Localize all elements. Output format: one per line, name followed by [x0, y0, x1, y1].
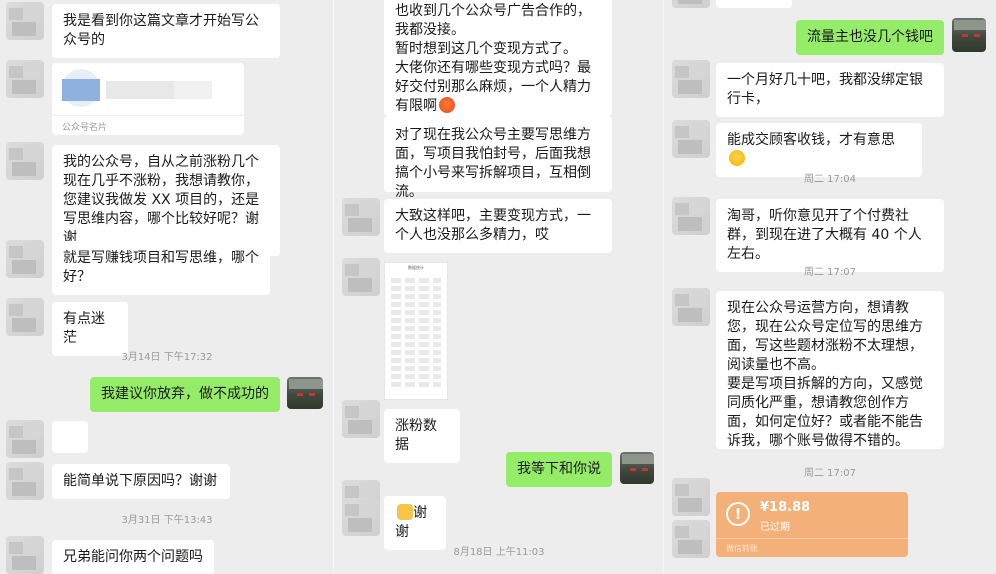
message-bubble[interactable]: 淘哥，听你意见开了个付费社群，到现在进了大概有 40 个人左右。	[716, 199, 944, 272]
divider	[52, 115, 244, 116]
message-bubble[interactable]: 就是写赚钱项目和写思维，哪个好？	[52, 241, 270, 295]
avatar[interactable]	[342, 258, 380, 296]
avatar[interactable]	[672, 0, 710, 8]
avatar[interactable]	[672, 60, 710, 98]
card-avatar-blur	[62, 79, 100, 101]
avatar[interactable]	[672, 478, 710, 516]
thinking-emoji-icon	[729, 150, 745, 166]
message-bubble[interactable]: 能简单说下原因吗？谢谢	[52, 464, 230, 499]
image-message-data-stats[interactable]: 数据统计	[384, 262, 448, 400]
transfer-status: 已过期	[760, 522, 790, 533]
message-bubble[interactable]: 谢谢	[384, 496, 446, 550]
chat-column-3: 流量主也没几个钱吧 一个月好几十吧，我都没绑定银行卡， 能成交顾客收钱，才有意思…	[664, 0, 996, 574]
timestamp: 周二 17:07	[804, 468, 856, 479]
my-avatar[interactable]	[620, 452, 654, 484]
message-bubble-sent[interactable]: 流量主也没几个钱吧	[796, 20, 944, 55]
avatar[interactable]	[6, 240, 44, 278]
message-bubble[interactable]: 也收到几个公众号广告合作的，我都没接。 暂时想到这几个变现方式了。 大佬你还有哪…	[384, 0, 612, 116]
message-bubble[interactable]	[716, 0, 792, 8]
clap-emoji-icon	[397, 504, 413, 520]
my-avatar[interactable]	[287, 377, 323, 409]
avatar[interactable]	[6, 462, 44, 500]
avatar[interactable]	[672, 197, 710, 235]
message-bubble[interactable]: 能成交顾客收钱，才有意思	[716, 123, 922, 177]
avatar[interactable]	[6, 536, 44, 574]
chat-column-2: 也收到几个公众号广告合作的，我都没接。 暂时想到这几个变现方式了。 大佬你还有哪…	[334, 0, 664, 574]
message-bubble[interactable]: 我是看到你这篇文章才开始写公众号的	[52, 4, 280, 58]
transfer-footer: 微信转账	[726, 544, 758, 553]
my-avatar[interactable]	[952, 18, 986, 52]
avatar[interactable]	[6, 420, 44, 458]
avatar[interactable]	[6, 298, 44, 336]
official-account-card[interactable]: 公众号名片	[52, 63, 244, 135]
message-bubble[interactable]: 兄弟能问你两个问题吗	[52, 540, 214, 574]
angry-emoji-icon	[439, 97, 455, 113]
message-text: 也收到几个公众号广告合作的，我都没接。 暂时想到这几个变现方式了。 大佬你还有哪…	[395, 3, 591, 114]
timestamp: 周二 17:07	[804, 267, 856, 278]
card-name-blur	[174, 81, 212, 99]
message-bubble[interactable]: 涨粉数据	[384, 409, 460, 463]
card-label: 公众号名片	[62, 123, 108, 133]
card-name-blur	[106, 81, 174, 99]
transfer-card[interactable]: ! ¥18.88 已过期 微信转账	[716, 492, 908, 557]
screenshot-title: 数据统计	[408, 265, 424, 270]
avatar[interactable]	[6, 142, 44, 180]
avatar[interactable]	[6, 2, 44, 40]
avatar[interactable]	[6, 60, 44, 98]
avatar[interactable]	[672, 288, 710, 326]
message-bubble-sent[interactable]: 我等下和你说	[506, 452, 612, 487]
timestamp: 8月18日 上午11:03	[453, 547, 545, 558]
message-bubble-sent[interactable]: 我建议你放弃，做不成功的	[90, 377, 280, 412]
avatar[interactable]	[342, 498, 380, 536]
message-bubble[interactable]: 现在公众号运营方向，想请教您，现在公众号定位写的思维方面，写这些题材涨粉不太理想…	[716, 291, 944, 449]
message-bubble[interactable]: 大致这样吧，主要变现方式，一个人也没那么多精力，哎	[384, 199, 612, 253]
message-text: 能成交顾客收钱，才有意思	[727, 132, 895, 148]
divider	[716, 538, 908, 539]
message-bubble[interactable]	[52, 421, 88, 483]
timestamp: 3月31日 下午13:43	[121, 515, 213, 526]
avatar[interactable]	[342, 400, 380, 438]
transfer-amount: ¥18.88	[760, 500, 811, 515]
expired-icon: !	[726, 502, 750, 526]
chat-column-1: 我是看到你这篇文章才开始写公众号的 公众号名片 我的公众号，自从之前涨粉几个现在…	[0, 0, 334, 574]
message-bubble[interactable]: 我的公众号，自从之前涨粉几个现在几乎不涨粉，我想请教你，您建议我做发 XX 项目…	[52, 145, 280, 256]
message-bubble-continued[interactable]: 对了现在我公众号主要写思维方面，写项目我怕封号，后面我想搞个小号来写拆解项目，互…	[384, 116, 612, 200]
timestamp: 3月14日 下午17:32	[121, 352, 213, 363]
avatar[interactable]	[672, 120, 710, 158]
avatar[interactable]	[672, 520, 710, 558]
message-bubble[interactable]: 一个月好几十吧，我都没绑定银行卡，	[716, 63, 944, 117]
timestamp: 周二 17:04	[804, 174, 856, 185]
avatar[interactable]	[342, 198, 380, 236]
